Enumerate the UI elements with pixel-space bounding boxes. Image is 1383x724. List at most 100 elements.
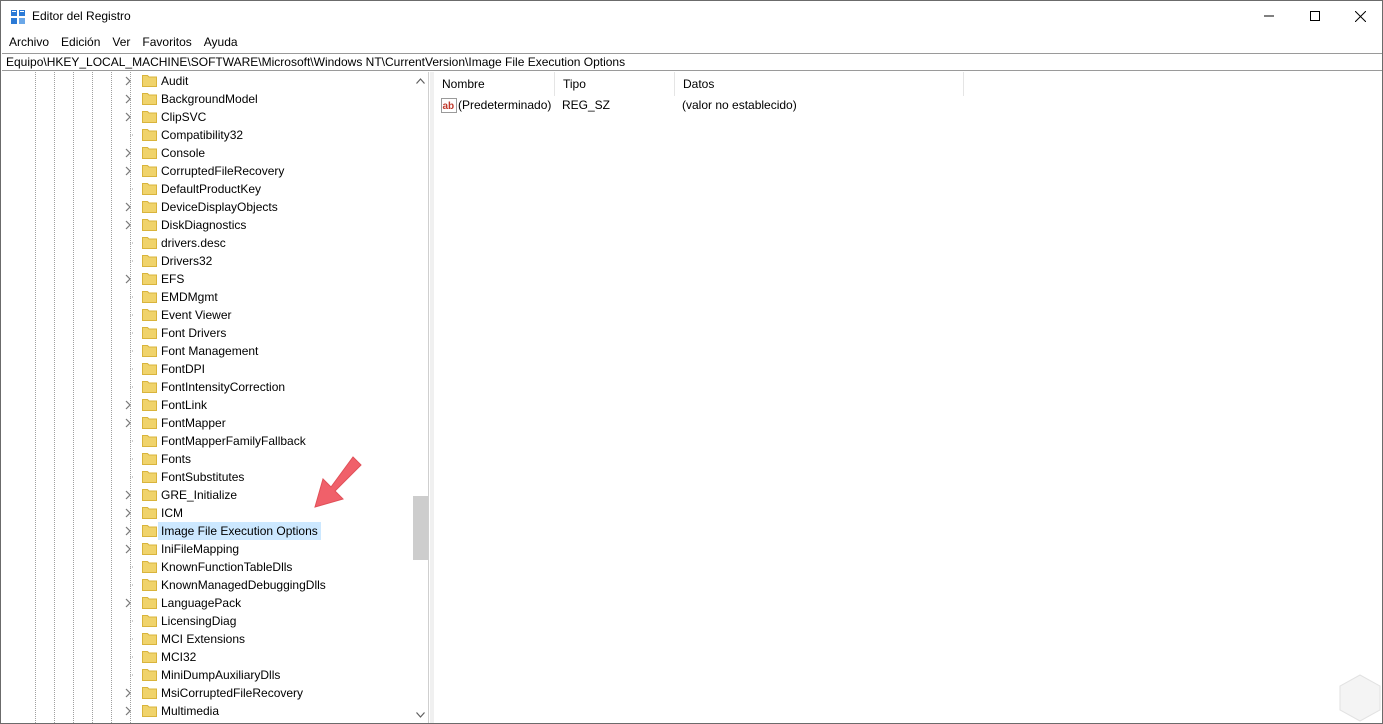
chevron-right-icon[interactable] [123,201,133,213]
menu-edicion[interactable]: Edición [55,32,106,52]
menu-ver[interactable]: Ver [106,32,136,52]
tree-item[interactable]: FontMapper [3,414,413,432]
tree-item[interactable]: EMDMgmt [3,288,413,306]
chevron-right-icon[interactable] [123,219,133,231]
menu-archivo[interactable]: Archivo [3,32,55,52]
chevron-right-icon[interactable] [123,489,133,501]
title-bar: Editor del Registro [1,1,1382,32]
tree-item[interactable]: CorruptedFileRecovery [3,162,413,180]
chevron-right-icon[interactable] [123,147,133,159]
maximize-icon [1310,11,1320,21]
maximize-button[interactable] [1292,1,1338,31]
folder-icon [142,237,157,249]
menu-favoritos[interactable]: Favoritos [136,32,197,52]
tree-item[interactable]: Compatibility32 [3,126,413,144]
tree-item[interactable]: MiniDumpAuxiliaryDlls [3,666,413,684]
tree-item[interactable]: Image File Execution Options [3,522,413,540]
tree-item[interactable]: MCI32 [3,648,413,666]
folder-icon [142,435,157,447]
tree-connector-icon [130,476,133,478]
chevron-right-icon[interactable] [123,111,133,123]
tree-item[interactable]: Font Management [3,342,413,360]
menu-ayuda[interactable]: Ayuda [198,32,244,52]
tree-item[interactable]: ClipSVC [3,108,413,126]
chevron-down-icon [416,711,425,718]
tree-item-label: BackgroundModel [161,92,258,106]
tree-connector-icon [130,638,133,640]
tree-item-label-selected: Image File Execution Options [158,522,321,540]
tree-scrollbar[interactable] [412,72,428,723]
tree-item[interactable]: LanguagePack [3,594,413,612]
tree-item[interactable]: FontDPI [3,360,413,378]
chevron-right-icon[interactable] [123,525,133,537]
chevron-right-icon[interactable] [123,705,133,717]
chevron-right-icon[interactable] [123,165,133,177]
tree-connector-icon [130,188,133,190]
column-header-nombre[interactable]: Nombre [434,72,555,96]
tree-item[interactable]: DefaultProductKey [3,180,413,198]
folder-icon [142,669,157,681]
folder-icon [142,399,157,411]
tree-item[interactable]: Font Drivers [3,324,413,342]
minimize-button[interactable] [1246,1,1292,31]
chevron-right-icon[interactable] [123,687,133,699]
scroll-up-button[interactable] [412,72,428,89]
tree-item[interactable]: Audit [3,72,413,90]
tree-item-label: MsiCorruptedFileRecovery [161,686,304,700]
watermark-logo-icon [1339,674,1381,722]
tree-item[interactable]: IniFileMapping [3,540,413,558]
chevron-right-icon[interactable] [123,597,133,609]
tree-item[interactable]: Drivers32 [3,252,413,270]
tree-item[interactable]: MsiCorruptedFileRecovery [3,684,413,702]
list-header: Nombre Tipo Datos [434,72,1382,96]
tree-item[interactable]: Console [3,144,413,162]
tree-connector-icon [130,134,133,136]
chevron-up-icon [416,77,425,84]
tree-item[interactable]: DiskDiagnostics [3,216,413,234]
scroll-thumb[interactable] [413,496,428,560]
tree-item[interactable]: MCI Extensions [3,630,413,648]
tree-item-label: FontDPI [161,362,206,376]
chevron-right-icon[interactable] [123,75,133,87]
folder-icon [142,381,157,393]
tree-item-label: EFS [161,272,185,286]
tree-item[interactable]: FontMapperFamilyFallback [3,432,413,450]
close-button[interactable] [1337,1,1383,31]
chevron-right-icon[interactable] [123,417,133,429]
tree-item[interactable]: Event Viewer [3,306,413,324]
chevron-right-icon[interactable] [123,507,133,519]
tree-item-label: MiniDumpAuxiliaryDlls [161,668,281,682]
tree-item-label: DeviceDisplayObjects [161,200,278,214]
folder-icon [142,417,157,429]
tree-connector-icon [130,566,133,568]
tree-item[interactable]: BackgroundModel [3,90,413,108]
registry-editor-window: Editor del Registro Archivo Edición Ver … [0,0,1383,724]
tree-item[interactable]: EFS [3,270,413,288]
tree-item[interactable]: Multimedia [3,702,413,720]
folder-icon [142,75,157,87]
tree-item[interactable]: FontLink [3,396,413,414]
value-row[interactable]: ab (Predeterminado) REG_SZ (valor no est… [434,96,1382,115]
tree-item[interactable]: LicensingDiag [3,612,413,630]
column-header-tipo[interactable]: Tipo [555,72,675,96]
folder-icon [142,165,157,177]
chevron-right-icon[interactable] [123,399,133,411]
tree-item[interactable]: drivers.desc [3,234,413,252]
tree-item[interactable]: KnownFunctionTableDlls [3,558,413,576]
close-icon [1354,10,1366,22]
minimize-icon [1264,15,1274,17]
tree-item[interactable]: FontIntensityCorrection [3,378,413,396]
address-bar[interactable]: Equipo\HKEY_LOCAL_MACHINE\SOFTWARE\Micro… [2,53,1382,71]
tree-connector-icon [130,386,133,388]
tree-item-label: Fonts [161,452,192,466]
folder-icon [142,291,157,303]
column-header-datos[interactable]: Datos [675,72,964,96]
chevron-right-icon[interactable] [123,273,133,285]
chevron-right-icon[interactable] [123,93,133,105]
tree-item[interactable]: DeviceDisplayObjects [3,198,413,216]
chevron-right-icon[interactable] [123,543,133,555]
tree-connector-icon [130,440,133,442]
scroll-down-button[interactable] [412,706,428,723]
tree-item[interactable]: KnownManagedDebuggingDlls [3,576,413,594]
folder-icon [142,309,157,321]
